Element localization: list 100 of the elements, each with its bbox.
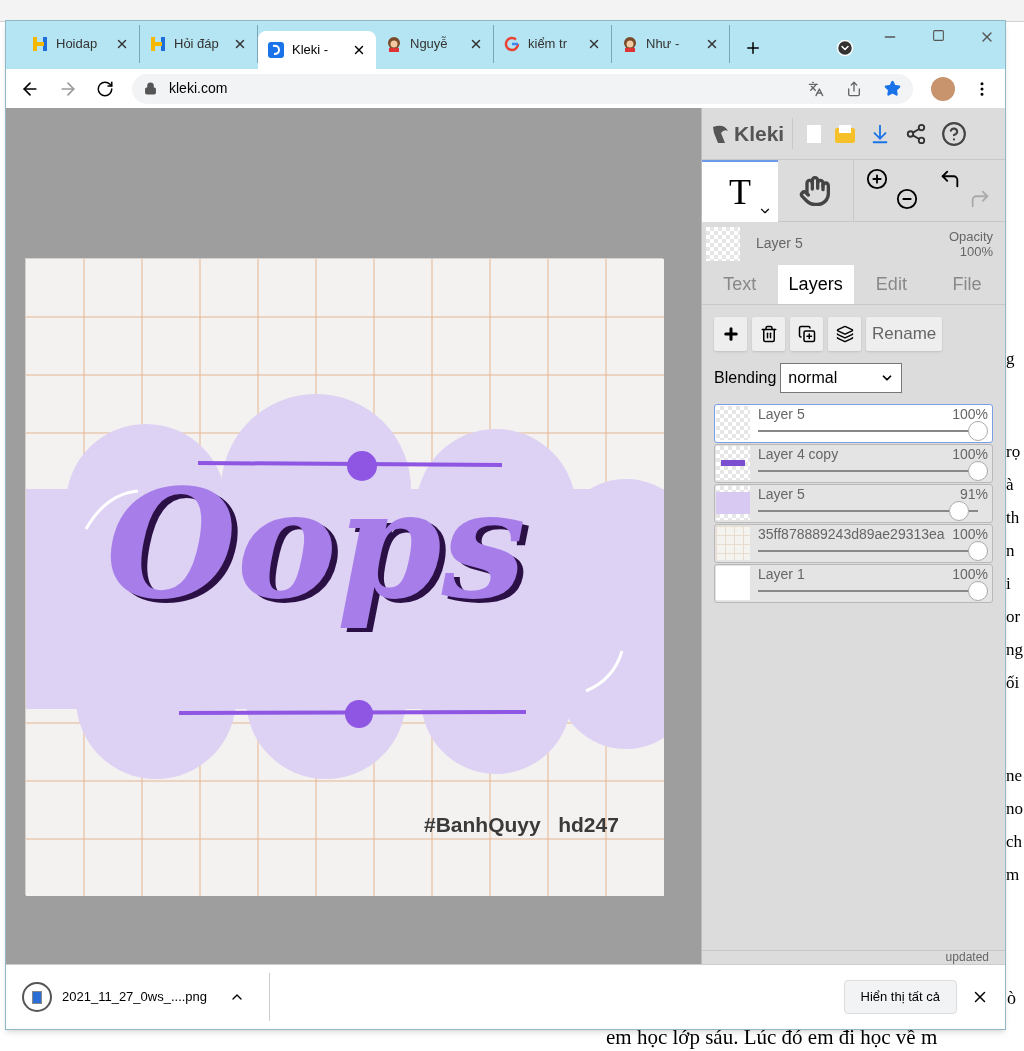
close-icon[interactable] bbox=[705, 37, 719, 51]
maximize-icon[interactable] bbox=[932, 29, 945, 42]
panel-tab[interactable]: Layers bbox=[777, 265, 854, 305]
browser-tab[interactable]: Kleki - bbox=[258, 31, 376, 69]
avatar-icon bbox=[622, 36, 638, 52]
document-text: em học lớp sáu. Lúc đó em đi học về m bbox=[606, 1024, 938, 1051]
duplicate-icon bbox=[797, 325, 816, 344]
opacity-slider-thumb[interactable] bbox=[949, 501, 970, 522]
tab-search-icon[interactable] bbox=[836, 39, 854, 57]
kleki-logo-icon bbox=[268, 42, 284, 58]
layer-opacity: 91% bbox=[959, 485, 988, 504]
profile-avatar[interactable] bbox=[931, 76, 955, 101]
trash-icon bbox=[759, 325, 778, 344]
document-text: ối bbox=[1006, 672, 1021, 694]
caption-text: #BanhQuyy hd247 bbox=[424, 812, 619, 839]
download-item[interactable]: 2021_11_27_0ws_....png bbox=[22, 973, 271, 1022]
rename-button[interactable]: Rename bbox=[866, 317, 943, 352]
layer-opacity: 100% bbox=[952, 445, 988, 464]
document-text: th bbox=[1006, 507, 1021, 529]
document-text: no bbox=[1006, 798, 1024, 820]
opacity-slider[interactable] bbox=[758, 461, 988, 482]
browser-tab[interactable]: Nguyễ bbox=[376, 25, 494, 63]
app-logo-text: Kleki bbox=[734, 121, 785, 147]
blending-label: Blending bbox=[714, 368, 777, 389]
h-logo-icon bbox=[32, 36, 48, 52]
zoom-in-icon[interactable] bbox=[865, 168, 888, 191]
address-bar[interactable]: kleki.com bbox=[132, 73, 913, 104]
document-text: ng bbox=[1006, 639, 1024, 661]
layer-thumbnail bbox=[716, 446, 750, 481]
layer-name: Layer 5 bbox=[756, 234, 804, 254]
browser-tab[interactable]: kiểm tr bbox=[494, 25, 612, 63]
tab-title: Hỏi đáp bbox=[174, 35, 220, 54]
layer-name: Layer 5 bbox=[758, 405, 805, 424]
add-layer-button[interactable] bbox=[714, 317, 747, 352]
share-icon[interactable] bbox=[846, 80, 862, 97]
layer-opacity: 100% bbox=[952, 405, 988, 424]
close-icon[interactable] bbox=[469, 37, 483, 51]
opacity-slider-thumb[interactable] bbox=[968, 461, 988, 482]
document-text: g bbox=[1006, 348, 1016, 370]
lock-icon bbox=[144, 82, 157, 96]
document-text: m bbox=[1006, 864, 1021, 886]
close-icon[interactable] bbox=[352, 43, 366, 57]
google-logo-icon bbox=[504, 36, 520, 52]
layer-row[interactable]: 35ff878889243d89ae29313ea 100% bbox=[714, 524, 993, 564]
share-icon[interactable] bbox=[905, 122, 928, 145]
document-text: rọ bbox=[1006, 441, 1022, 463]
translate-icon[interactable] bbox=[808, 80, 824, 97]
show-all-button[interactable]: Hiển thị tất cả bbox=[843, 980, 957, 1015]
layer-thumbnail bbox=[706, 226, 740, 261]
help-icon[interactable] bbox=[941, 120, 968, 147]
merge-layer-button[interactable] bbox=[828, 317, 861, 352]
opacity-slider-thumb[interactable] bbox=[968, 581, 988, 602]
layer-thumbnail bbox=[716, 526, 750, 561]
file-icon bbox=[22, 982, 52, 1013]
close-icon[interactable] bbox=[587, 37, 601, 51]
opacity-slider[interactable] bbox=[758, 541, 988, 562]
duplicate-layer-button[interactable] bbox=[790, 317, 823, 352]
layer-thumbnail bbox=[716, 406, 750, 441]
layer-opacity: 100% bbox=[952, 525, 988, 544]
document-text: n bbox=[1006, 540, 1016, 562]
layer-opacity: 100% bbox=[952, 565, 988, 584]
avatar-icon bbox=[386, 36, 402, 52]
layer-thumbnail bbox=[716, 486, 750, 521]
hand-icon bbox=[799, 174, 832, 207]
tab-title: Nguyễ bbox=[410, 35, 449, 54]
opacity-slider[interactable] bbox=[758, 581, 988, 602]
text-tool-button[interactable]: T bbox=[702, 160, 778, 223]
opacity-label: Opacity bbox=[948, 228, 993, 244]
layer-row[interactable]: Layer 5 91% bbox=[714, 484, 993, 524]
browser-tab[interactable]: Hoidap bbox=[22, 25, 140, 63]
plus-icon bbox=[721, 325, 740, 344]
bookmark-star-icon[interactable] bbox=[884, 80, 901, 98]
layer-row[interactable]: Layer 1 100% bbox=[714, 564, 993, 604]
layers-icon bbox=[835, 325, 854, 344]
close-icon[interactable] bbox=[233, 37, 247, 51]
layer-row[interactable]: Layer 4 copy 100% bbox=[714, 444, 993, 484]
opacity-slider-thumb[interactable] bbox=[968, 541, 988, 562]
opacity-slider[interactable] bbox=[758, 421, 988, 442]
tab-title: Kleki - bbox=[292, 41, 330, 60]
h-logo-icon bbox=[150, 36, 166, 52]
zoom-out-icon[interactable] bbox=[895, 188, 918, 211]
document-text: or bbox=[1006, 606, 1022, 628]
tab-title: Như - bbox=[646, 35, 681, 54]
document-text: à bbox=[1006, 474, 1015, 496]
opacity-slider-thumb[interactable] bbox=[968, 421, 988, 442]
layer-row[interactable]: Layer 5 100% bbox=[714, 404, 993, 444]
delete-layer-button[interactable] bbox=[752, 317, 785, 352]
layer-name: Layer 4 copy bbox=[758, 445, 839, 464]
close-icon[interactable] bbox=[115, 37, 129, 51]
new-tab-icon[interactable] bbox=[744, 39, 762, 57]
layer-thumbnail bbox=[716, 566, 750, 601]
layer-name: Layer 1 bbox=[758, 565, 805, 584]
document-text: i bbox=[1006, 573, 1012, 595]
url-text: kleki.com bbox=[169, 79, 229, 99]
browser-tab[interactable]: Hỏi đáp bbox=[140, 25, 258, 63]
blending-select[interactable]: normal bbox=[780, 363, 903, 394]
tab-title: Hoidap bbox=[56, 35, 99, 54]
reload-icon[interactable] bbox=[96, 79, 114, 98]
document-text: ch bbox=[1006, 831, 1024, 853]
browser-tab[interactable]: Như - bbox=[612, 25, 730, 63]
